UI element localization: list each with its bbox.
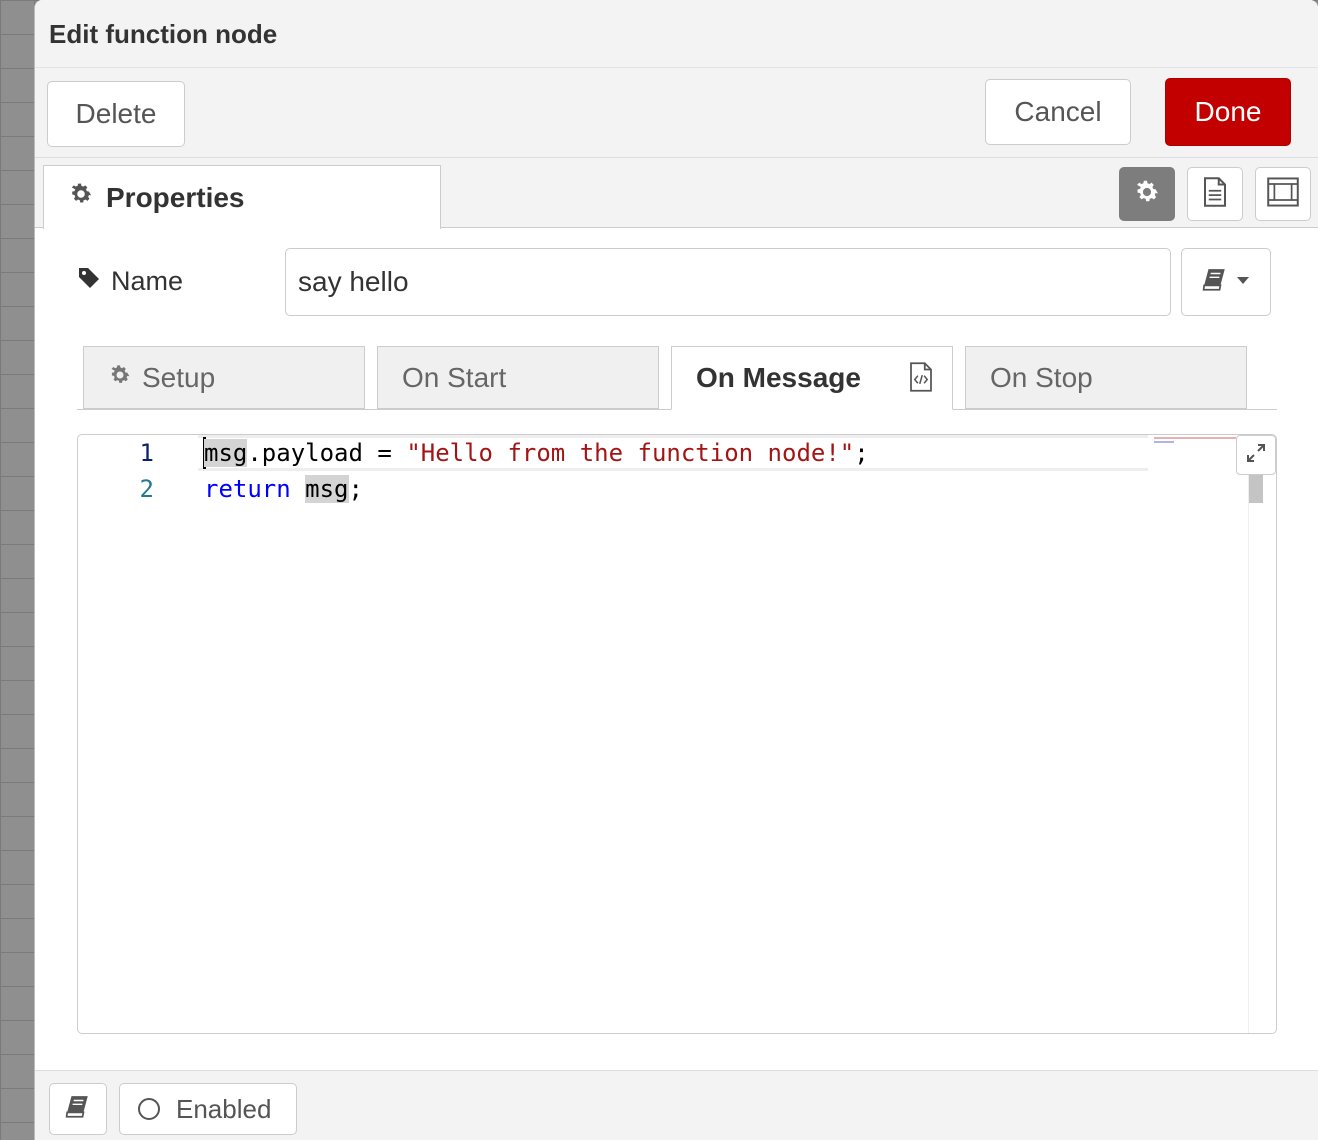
name-label-text: Name (111, 266, 184, 296)
name-label: Name (77, 266, 183, 297)
code-token: msg (204, 439, 248, 467)
code-string: "Hello from the function node!" (406, 439, 855, 467)
enabled-label: Enabled (176, 1093, 272, 1124)
cancel-button[interactable]: Cancel (985, 79, 1131, 145)
dialog-button-bar: Delete Cancel Done (35, 68, 1318, 158)
appearance-button[interactable] (1255, 167, 1311, 221)
line-number: 2 (139, 475, 154, 503)
dialog-title: Edit function node (49, 19, 278, 49)
dialog-titlebar: Edit function node (35, 0, 1318, 68)
frame-icon (1267, 176, 1299, 212)
scrollbar-thumb[interactable] (1249, 475, 1263, 503)
tab-on-start-label: On Start (402, 361, 507, 393)
code-token: .payload = (247, 439, 407, 467)
tab-on-start[interactable]: On Start (377, 346, 659, 409)
line-number: 1 (139, 439, 154, 467)
tab-setup-label: Setup (142, 361, 216, 393)
enabled-toggle[interactable]: Enabled (119, 1083, 297, 1135)
tab-on-message-label: On Message (696, 362, 861, 393)
tab-properties-label: Properties (106, 181, 245, 213)
tab-properties[interactable]: Properties (43, 165, 441, 229)
properties-tabs-row: Properties (35, 158, 1318, 229)
done-button[interactable]: Done (1165, 78, 1291, 146)
edit-dialog: Edit function node Delete Cancel Done Pr… (34, 0, 1318, 1140)
document-icon (1202, 176, 1228, 212)
radio-circle-icon (138, 1098, 160, 1120)
node-help-button[interactable] (49, 1083, 107, 1135)
expand-icon (1246, 441, 1266, 469)
code-doc-icon[interactable] (908, 362, 944, 399)
tab-on-stop-label: On Stop (990, 361, 1093, 393)
gear-icon (68, 181, 106, 214)
name-input[interactable] (285, 248, 1171, 316)
vertical-scrollbar[interactable] (1248, 435, 1276, 1033)
book-icon (65, 1095, 91, 1124)
minimap-line (1154, 441, 1174, 443)
tab-setup[interactable]: Setup (83, 346, 365, 409)
code-line[interactable]: return msg; (204, 475, 363, 503)
code-token: ; (854, 439, 869, 467)
gear-icon-button[interactable] (1119, 167, 1175, 221)
tag-icon (77, 266, 111, 297)
library-button[interactable] (1181, 248, 1271, 316)
book-icon (1202, 268, 1228, 297)
expand-editor-button[interactable] (1236, 435, 1276, 475)
chevron-down-icon (1236, 273, 1250, 291)
gear-icon (1133, 178, 1161, 211)
name-row: Name (35, 228, 1318, 328)
dialog-footer: Enabled (35, 1070, 1318, 1140)
code-token: msg (305, 475, 349, 503)
delete-button[interactable]: Delete (47, 81, 185, 147)
minimap-line (1154, 437, 1236, 439)
code-keyword: return (204, 475, 291, 503)
minimap[interactable] (1154, 435, 1244, 445)
description-button[interactable] (1187, 167, 1243, 221)
tab-on-message[interactable]: On Message (671, 346, 953, 410)
gear-icon (108, 362, 142, 394)
function-tabs: Setup On Start On Message On Stop (77, 346, 1277, 410)
code-token: ; (348, 475, 363, 503)
code-editor[interactable]: 1 msg.payload = "Hello from the function… (77, 434, 1277, 1034)
code-line[interactable]: msg.payload = "Hello from the function n… (204, 439, 869, 467)
tab-on-stop[interactable]: On Stop (965, 346, 1247, 409)
